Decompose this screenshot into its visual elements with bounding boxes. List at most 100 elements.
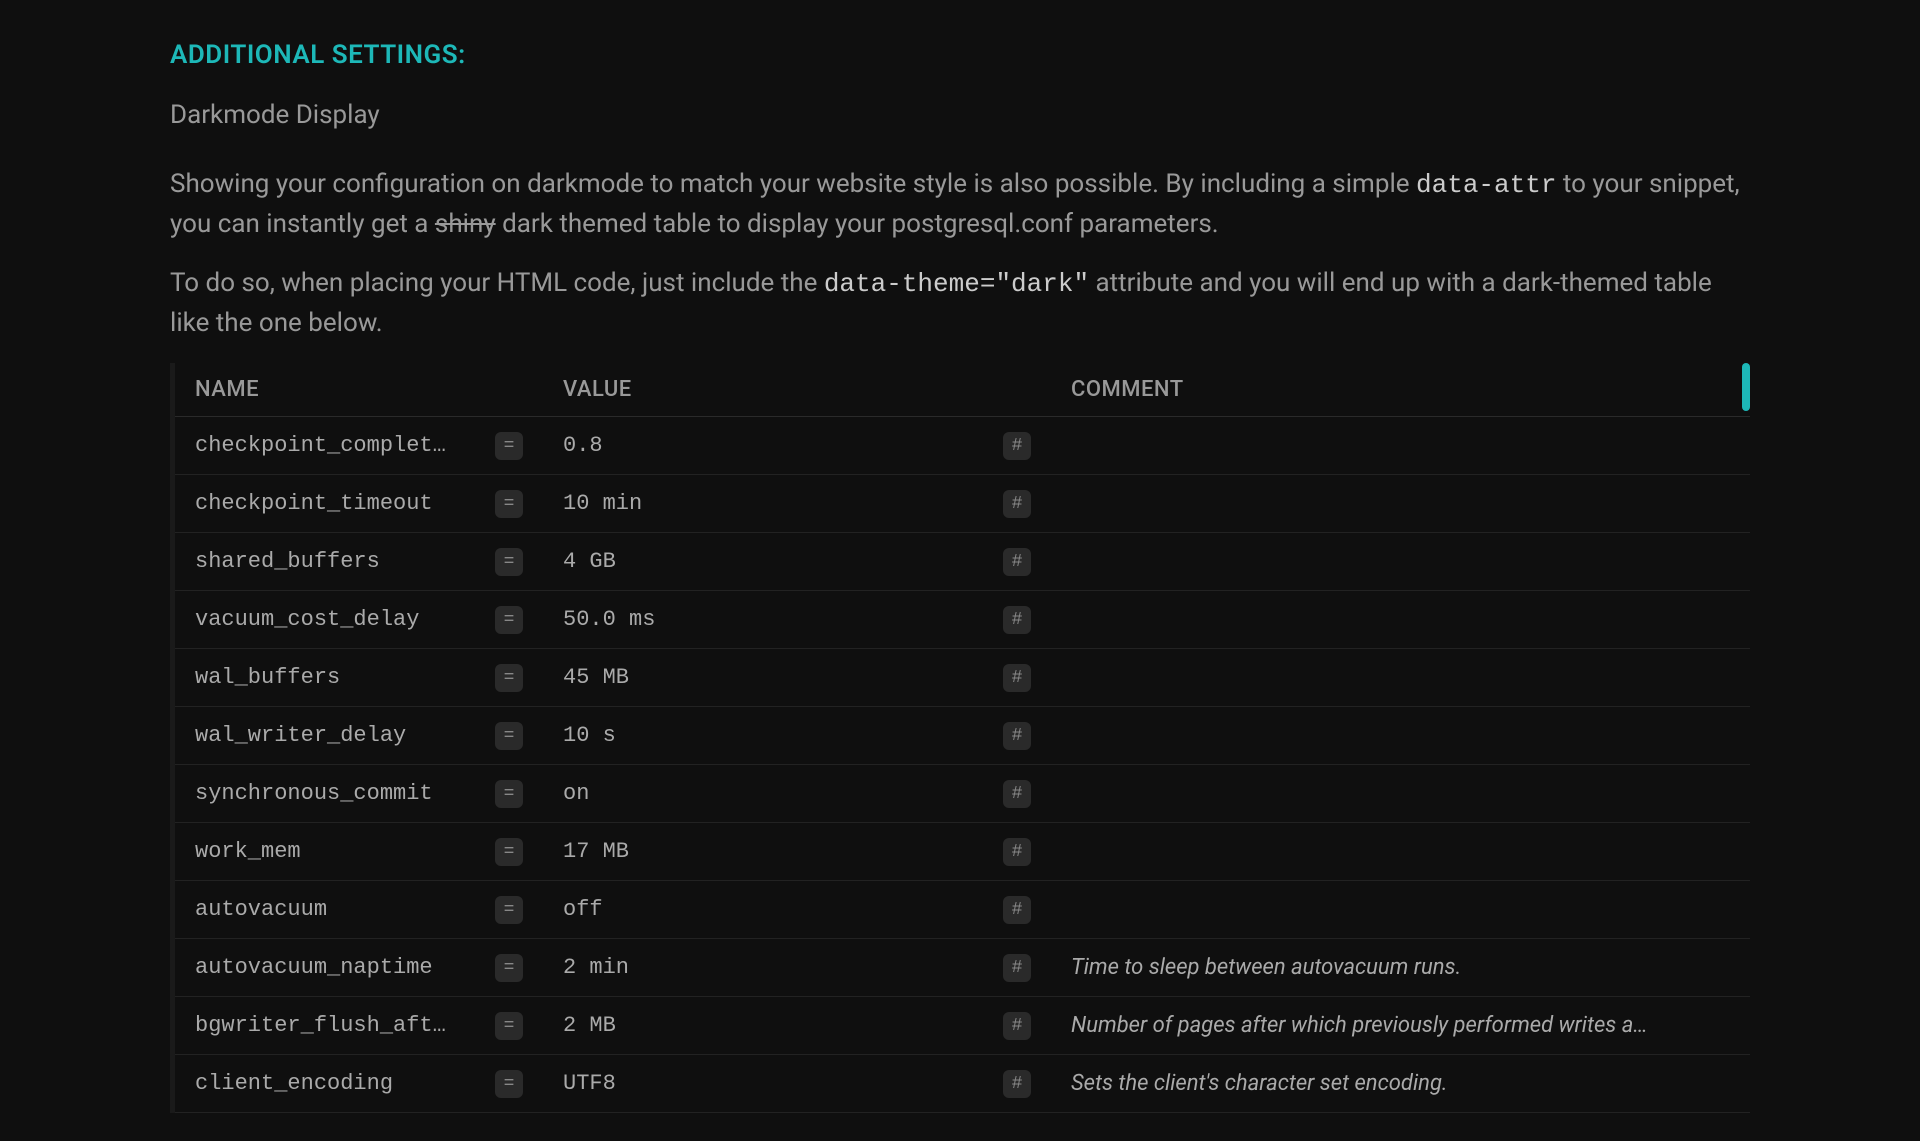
config-name: autovacuum [175,881,475,939]
equals-cell: = [475,591,543,649]
equals-icon: = [495,896,523,924]
hash-cell: # [983,591,1051,649]
description-text: dark themed table to display your postgr… [496,209,1219,239]
hash-cell: # [983,939,1051,997]
column-header-eq [475,363,543,417]
hash-cell: # [983,649,1051,707]
table-row: wal_writer_delay = 10 s # [175,707,1750,765]
strikethrough-text: shiny [435,209,496,239]
config-value: 50.0 ms [543,591,983,649]
config-comment [1051,823,1750,881]
config-name: bgwriter_flush_after [175,997,475,1055]
equals-icon: = [495,606,523,634]
hash-icon: # [1003,1012,1031,1040]
config-value: on [543,765,983,823]
hash-icon: # [1003,1070,1031,1098]
hash-icon: # [1003,606,1031,634]
table-row: vacuum_cost_delay = 50.0 ms # [175,591,1750,649]
config-value: UTF8 [543,1055,983,1113]
equals-cell: = [475,533,543,591]
hash-icon: # [1003,548,1031,576]
config-value: 2 min [543,939,983,997]
config-comment [1051,475,1750,533]
config-name: client_encoding [175,1055,475,1113]
section-header: ADDITIONAL SETTINGS: [170,40,1750,70]
column-header-name: NAME [175,363,475,417]
config-comment [1051,707,1750,765]
section-subtitle: Darkmode Display [170,100,1750,130]
table-row: shared_buffers = 4 GB # [175,533,1750,591]
config-value: 10 min [543,475,983,533]
hash-cell: # [983,475,1051,533]
hash-icon: # [1003,432,1031,460]
config-comment: Number of pages after which previously p… [1051,997,1750,1055]
hash-cell: # [983,417,1051,475]
equals-cell: = [475,707,543,765]
equals-cell: = [475,417,543,475]
equals-icon: = [495,432,523,460]
equals-icon: = [495,664,523,692]
hash-cell: # [983,823,1051,881]
table-row: wal_buffers=45 MB# [175,649,1750,707]
config-name: wal_buffers [175,649,475,707]
column-header-comment: COMMENT [1051,363,1750,417]
table-row: client_encoding=UTF8 # Sets the client's c… [175,1055,1750,1113]
config-comment [1051,881,1750,939]
config-value: 10 s [543,707,983,765]
hash-cell: # [983,765,1051,823]
hash-cell: # [983,1055,1051,1113]
inline-code: data-attr [1416,170,1556,200]
config-name: checkpoint_timeout [175,475,475,533]
equals-cell: = [475,1055,543,1113]
table-row: synchronous_commit=on# [175,765,1750,823]
equals-icon: = [495,722,523,750]
equals-cell: = [475,649,543,707]
equals-cell: = [475,939,543,997]
table-row: checkpoint_timeout = 10 min # [175,475,1750,533]
description-paragraph-1: Showing your configuration on darkmode t… [170,165,1750,244]
hash-icon: # [1003,664,1031,692]
config-comment [1051,649,1750,707]
column-header-value: VALUE [543,363,983,417]
hash-cell: # [983,997,1051,1055]
equals-cell: = [475,881,543,939]
config-comment [1051,533,1750,591]
hash-cell: # [983,881,1051,939]
config-table: NAME VALUE COMMENT checkpoint_completion… [175,363,1750,1113]
equals-icon: = [495,838,523,866]
table-row: autovacuum = off # [175,881,1750,939]
config-value: 4 GB [543,533,983,591]
config-name: autovacuum_naptime [175,939,475,997]
description-text: Showing your configuration on darkmode t… [170,169,1416,199]
equals-icon: = [495,548,523,576]
table-row: checkpoint_completion_t… = 0.8 # [175,417,1750,475]
config-name: wal_writer_delay [175,707,475,765]
description-text: To do so, when placing your HTML code, j… [170,268,824,298]
equals-cell: = [475,997,543,1055]
inline-code: data-theme="dark" [824,269,1089,299]
config-name: checkpoint_completion_t… [175,417,475,475]
scrollbar-thumb[interactable] [1742,363,1750,411]
hash-icon: # [1003,954,1031,982]
equals-icon: = [495,954,523,982]
config-name: vacuum_cost_delay [175,591,475,649]
config-value: 17 MB [543,823,983,881]
table-row: autovacuum_naptime = 2 min # Time to sleep b… [175,939,1750,997]
config-value: off [543,881,983,939]
hash-icon: # [1003,838,1031,866]
hash-icon: # [1003,896,1031,924]
equals-cell: = [475,765,543,823]
hash-cell: # [983,707,1051,765]
config-comment: Time to sleep between autovacuum runs. [1051,939,1750,997]
config-name: work_mem [175,823,475,881]
equals-icon: = [495,490,523,518]
hash-icon: # [1003,722,1031,750]
description-paragraph-2: To do so, when placing your HTML code, j… [170,264,1750,343]
config-name: shared_buffers [175,533,475,591]
column-header-hash [983,363,1051,417]
equals-cell: = [475,475,543,533]
equals-icon: = [495,1012,523,1040]
config-value: 0.8 [543,417,983,475]
hash-icon: # [1003,490,1031,518]
config-comment: Sets the client's character set encoding… [1051,1055,1750,1113]
